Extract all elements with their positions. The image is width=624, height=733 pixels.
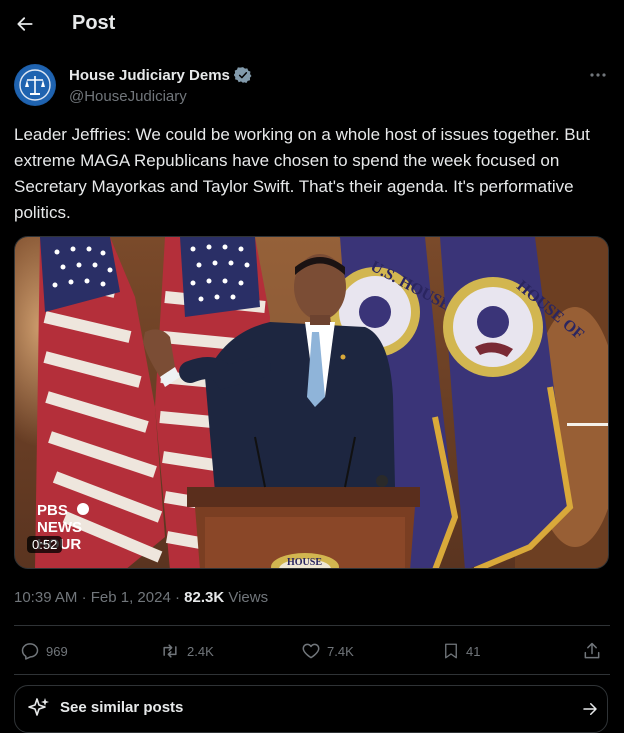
back-button[interactable] (12, 11, 38, 37)
verified-badge-icon (233, 67, 252, 84)
more-options-button[interactable] (586, 66, 610, 84)
svg-text:NEWS: NEWS (37, 519, 82, 536)
post-metadata: 10:39 AM · Feb 1, 2024 · 82.3K Views (14, 589, 268, 606)
meta-separator: · (174, 589, 185, 606)
see-similar-posts-label: See similar posts (60, 699, 184, 716)
video-player[interactable]: U.S. HOUSE HOUSE OF HOUSE PBS NEWS 0:52 (14, 236, 609, 569)
bookmark-icon (445, 643, 457, 659)
action-bar: 969 2.4K 7.4K 41 (14, 636, 610, 666)
author-handle[interactable]: @HouseJudiciary (69, 88, 187, 105)
views-count: 82.3K (184, 589, 225, 606)
svg-text:HOUSE: HOUSE (287, 557, 322, 568)
post-time[interactable]: 10:39 AM (14, 589, 77, 606)
share-icon (584, 642, 600, 659)
like-button[interactable]: 7.4K (301, 636, 354, 666)
repost-icon (163, 644, 177, 658)
reply-count: 969 (46, 643, 68, 659)
author-name-row[interactable]: House Judiciary Dems (69, 66, 252, 84)
author-name[interactable]: House Judiciary Dems (69, 67, 230, 84)
like-count: 7.4K (327, 643, 354, 659)
repost-count: 2.4K (187, 643, 214, 659)
see-similar-posts-button[interactable]: See similar posts (14, 685, 608, 733)
bookmark-count: 41 (466, 643, 481, 659)
arrow-right-icon (583, 703, 597, 715)
video-duration: 0:52 (27, 536, 63, 553)
video-frame: U.S. HOUSE HOUSE OF HOUSE PBS NEWS (15, 237, 608, 568)
views-label: Views (228, 589, 269, 606)
heart-icon (302, 643, 320, 659)
more-horizontal-icon (590, 73, 606, 77)
svg-text:PBS: PBS (37, 502, 68, 519)
post-header: Post (0, 0, 624, 50)
sparkle-icon (28, 698, 49, 716)
avatar[interactable] (14, 64, 56, 106)
post-text: Leader Jeffries: We could be working on … (14, 125, 590, 222)
post-date[interactable]: Feb 1, 2024 (91, 589, 171, 606)
page-title: Post (72, 12, 116, 34)
arrow-left-icon (17, 17, 33, 31)
repost-button[interactable]: 2.4K (159, 636, 214, 666)
reply-icon (21, 643, 39, 660)
divider (14, 674, 610, 675)
meta-separator: · (81, 589, 91, 606)
reply-button[interactable]: 969 (20, 636, 68, 666)
share-button[interactable] (582, 636, 602, 666)
bookmark-button[interactable]: 41 (442, 636, 480, 666)
seal-logo-icon (15, 65, 55, 105)
divider (14, 625, 610, 626)
